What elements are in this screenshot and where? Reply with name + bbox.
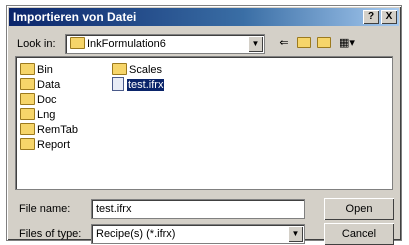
list-item-folder[interactable]: Bin — [20, 63, 53, 77]
open-button[interactable]: Open — [324, 198, 394, 220]
list-item-folder[interactable]: Lng — [20, 108, 55, 122]
file-type-select[interactable]: Recipe(s) (*.ifrx) ▼ — [91, 224, 305, 244]
file-name-field[interactable]: test.ifrx — [91, 199, 305, 219]
new-folder-glyph — [317, 36, 331, 48]
file-name-label: File name: — [19, 203, 71, 215]
folder-icon — [20, 108, 35, 121]
folder-icon — [20, 123, 35, 136]
look-in-value: InkFormulation6 — [70, 37, 166, 50]
list-item-folder[interactable]: Doc — [20, 93, 57, 107]
list-item-file-selected[interactable]: test.ifrx — [112, 77, 165, 92]
new-folder-icon[interactable] — [315, 35, 333, 51]
folder-icon — [112, 63, 127, 76]
file-type-label: Files of type: — [19, 228, 82, 240]
list-item-folder[interactable]: Data — [20, 78, 60, 92]
list-item-folder[interactable]: Scales — [112, 63, 162, 77]
chevron-down-icon[interactable]: ▼ — [288, 226, 303, 242]
file-type-value: Recipe(s) (*.ifrx) — [96, 228, 176, 240]
list-item-folder[interactable]: Report — [20, 138, 70, 152]
folder-icon — [20, 78, 35, 91]
look-in-label: Look in: — [17, 38, 56, 50]
help-button[interactable]: ? — [363, 10, 379, 24]
folder-icon — [20, 93, 35, 106]
back-arrow-icon[interactable]: ⇐ — [275, 35, 293, 51]
folder-icon — [20, 63, 35, 76]
list-item-folder[interactable]: RemTab — [20, 123, 78, 137]
title-bar[interactable]: Importieren von Datei ? X — [9, 8, 399, 26]
import-file-dialog: Importieren von Datei ? X Look in: InkFo… — [6, 5, 402, 245]
up-folder-icon[interactable] — [295, 35, 313, 51]
file-list[interactable]: Bin Data Doc Lng RemTab Report Scales te… — [15, 56, 393, 190]
folder-icon — [70, 37, 85, 50]
view-menu-icon[interactable]: ▦▾ — [335, 35, 359, 51]
cancel-button[interactable]: Cancel — [324, 223, 394, 245]
up-folder-glyph — [297, 36, 311, 48]
file-name-value: test.ifrx — [96, 203, 132, 215]
file-icon — [112, 77, 124, 92]
close-button[interactable]: X — [381, 10, 397, 24]
look-in-combo[interactable]: InkFormulation6 ▼ — [65, 34, 265, 54]
folder-icon — [20, 138, 35, 151]
window-title: Importieren von Datei — [13, 10, 137, 24]
chevron-down-icon[interactable]: ▼ — [248, 36, 263, 52]
